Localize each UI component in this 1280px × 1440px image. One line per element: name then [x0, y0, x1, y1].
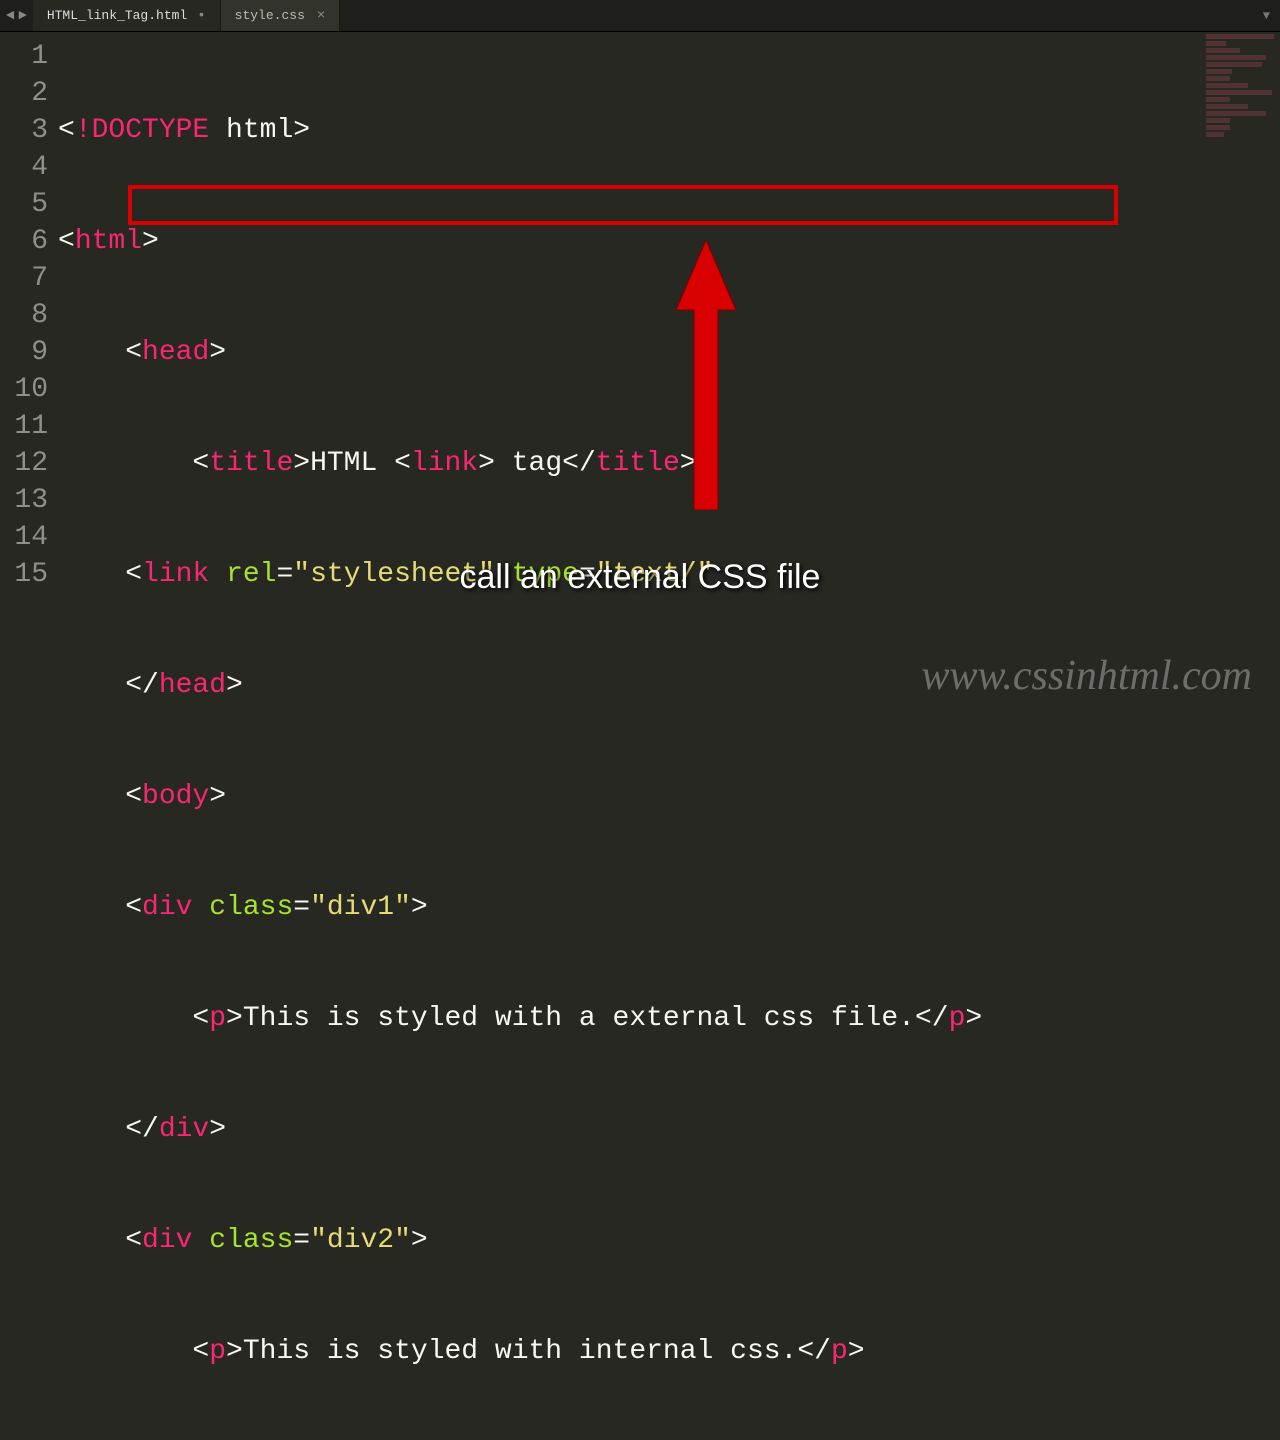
minimap[interactable]: [1200, 32, 1280, 192]
annotation-caption: call an external CSS file: [0, 558, 1280, 597]
tab-bar: ◄ ► HTML_link_Tag.html • style.css × ▼: [0, 0, 1280, 32]
code-line: </div>: [58, 1111, 1280, 1148]
nav-forward-icon[interactable]: ►: [18, 8, 26, 24]
code-line: <div class="div2">: [58, 1222, 1280, 1259]
tab-style-css[interactable]: style.css ×: [221, 0, 341, 31]
tab-menu-icon[interactable]: ▼: [1253, 0, 1280, 31]
tab-label: HTML_link_Tag.html: [47, 8, 187, 23]
code-line: <div class="div1">: [58, 889, 1280, 926]
code-area[interactable]: <!DOCTYPE html> <html> <head> <title>HTM…: [58, 32, 1280, 720]
code-line: <body>: [58, 778, 1280, 815]
code-editor[interactable]: 123 456 789 101112 131415 <!DOCTYPE html…: [0, 32, 1280, 720]
line-number-gutter: 123 456 789 101112 131415: [0, 32, 58, 720]
code-line: <!DOCTYPE html>: [58, 112, 1280, 149]
code-line: <p>This is styled with internal css.</p>: [58, 1333, 1280, 1370]
tab-label: style.css: [235, 8, 305, 23]
tab-html-link[interactable]: HTML_link_Tag.html •: [33, 0, 221, 31]
code-line: <head>: [58, 334, 1280, 371]
code-line: <html>: [58, 223, 1280, 260]
code-line: <title>HTML <link> tag</title>: [58, 445, 1280, 482]
dirty-indicator-icon: •: [197, 8, 205, 24]
watermark: www.cssinhtml.com: [921, 652, 1252, 700]
code-line: <p>This is styled with a external css fi…: [58, 1000, 1280, 1037]
nav-back-icon[interactable]: ◄: [6, 8, 14, 24]
nav-arrows: ◄ ►: [0, 0, 33, 31]
close-icon[interactable]: ×: [317, 8, 325, 24]
